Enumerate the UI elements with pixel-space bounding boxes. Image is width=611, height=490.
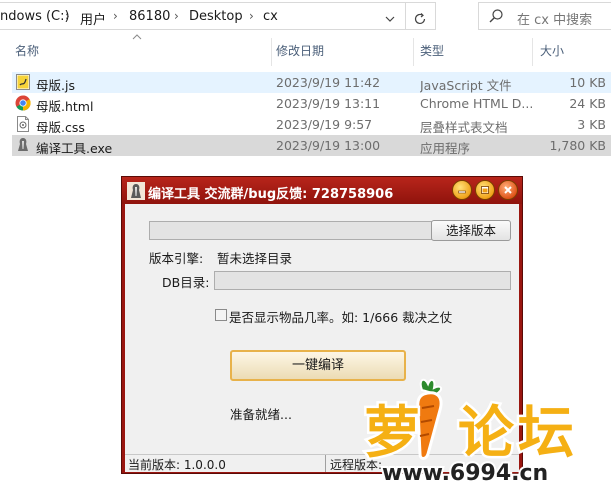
column-header-name[interactable]: 名称	[15, 42, 39, 64]
file-name: 母版.css	[36, 120, 85, 135]
address-dropdown-button[interactable]	[376, 5, 404, 33]
file-row[interactable]: 母版.css 2023/9/19 9:57 层叠样式表文档 3 KB	[12, 114, 611, 135]
column-divider[interactable]	[413, 38, 414, 66]
maximize-button[interactable]	[475, 180, 495, 200]
chevron-right-icon[interactable]: ›	[113, 9, 118, 23]
watermark-char-1: 萝	[364, 401, 420, 466]
file-modified: 2023/9/19 11:42	[276, 75, 381, 90]
watermark-char-3: 坛	[518, 401, 574, 466]
js-file-icon	[16, 74, 30, 90]
app-icon	[127, 182, 145, 200]
file-name: 编译工具.exe	[36, 141, 113, 156]
watermark: 萝 论 坛 www.6994.cn	[362, 376, 611, 488]
file-size: 24 KB	[569, 96, 606, 111]
column-divider[interactable]	[532, 38, 533, 66]
column-header-size[interactable]: 大小	[540, 42, 564, 64]
refresh-button[interactable]	[406, 5, 434, 33]
chevron-right-icon[interactable]: ›	[174, 9, 179, 23]
window-titlebar[interactable]: 编译工具 交流群/bug反馈: 728758906	[122, 177, 522, 204]
file-modified: 2023/9/19 13:11	[276, 96, 381, 111]
css-file-icon	[17, 116, 29, 132]
search-input[interactable]: 在 cx 中搜索	[517, 9, 592, 28]
minimize-icon	[458, 190, 466, 194]
show-rate-checkbox[interactable]	[215, 309, 227, 321]
column-divider[interactable]	[271, 38, 272, 66]
watermark-char-2: 论	[458, 401, 515, 466]
statusbar-divider	[325, 455, 326, 472]
file-modified: 2023/9/19 9:57	[276, 117, 373, 132]
status-message: 准备就绪...	[230, 407, 292, 422]
sort-caret-icon	[132, 34, 142, 40]
close-icon	[504, 186, 512, 194]
minimize-button[interactable]	[452, 180, 472, 200]
file-name: 母版.js	[36, 78, 75, 93]
file-size: 1,780 KB	[549, 138, 606, 153]
file-type: 应用程序	[420, 141, 471, 156]
file-row[interactable]: 母版.js 2023/9/19 11:42 JavaScript 文件 10 K…	[12, 72, 611, 93]
chevron-down-icon	[385, 16, 395, 22]
carrot-icon	[416, 378, 443, 460]
search-icon	[489, 9, 503, 23]
show-rate-label[interactable]: 是否显示物品几率。如: 1/666 裁决之仗	[229, 307, 452, 326]
file-type: JavaScript 文件	[420, 78, 512, 93]
address-bar[interactable]: ndows (C:) › 用户 › 86180 › Desktop › cx	[0, 2, 436, 30]
column-header-type[interactable]: 类型	[420, 42, 444, 64]
version-engine-value: 暂未选择目录	[217, 251, 293, 266]
version-path-input[interactable]	[149, 221, 432, 240]
address-bar-row: ndows (C:) › 用户 › 86180 › Desktop › cx 在…	[0, 0, 611, 33]
search-box[interactable]: 在 cx 中搜索	[478, 2, 611, 30]
file-row[interactable]: 编译工具.exe 2023/9/19 13:00 应用程序 1,780 KB	[12, 135, 611, 156]
file-size: 3 KB	[577, 117, 606, 132]
db-directory-input[interactable]	[214, 271, 511, 290]
file-name: 母版.html	[36, 99, 94, 114]
breadcrumb-cx[interactable]: cx	[263, 9, 278, 24]
chevron-right-icon[interactable]: ›	[249, 9, 254, 23]
exe-app-icon	[18, 138, 28, 151]
current-version: 当前版本: 1.0.0.0	[128, 458, 226, 472]
file-size: 10 KB	[569, 75, 606, 90]
chrome-icon	[15, 95, 31, 111]
window-title: 编译工具 交流群/bug反馈: 728758906	[148, 187, 394, 202]
breadcrumb-users[interactable]: 用户	[80, 9, 106, 28]
breadcrumb-desktop[interactable]: Desktop	[189, 9, 243, 24]
file-type: Chrome HTML D...	[420, 96, 534, 111]
chevron-right-icon[interactable]: ›	[65, 9, 70, 23]
column-header-modified[interactable]: 修改日期	[276, 42, 324, 64]
close-button[interactable]	[498, 180, 518, 200]
refresh-icon	[414, 13, 426, 25]
maximize-icon	[481, 186, 489, 194]
file-row[interactable]: 母版.html 2023/9/19 13:11 Chrome HTML D...…	[12, 93, 611, 114]
choose-version-button[interactable]: 选择版本	[431, 220, 511, 241]
file-type: 层叠样式表文档	[420, 120, 508, 135]
breadcrumb-drive[interactable]: ndows (C:)	[0, 9, 70, 24]
version-engine-label: 版本引擎:	[149, 251, 204, 266]
watermark-logo: 萝 论 坛 www.6994.cn	[362, 378, 577, 488]
file-modified: 2023/9/19 13:00	[276, 138, 381, 153]
watermark-domain: www.6994.cn	[382, 461, 548, 486]
db-directory-label: DB目录:	[162, 275, 210, 290]
breadcrumb-user[interactable]: 86180	[129, 9, 170, 24]
